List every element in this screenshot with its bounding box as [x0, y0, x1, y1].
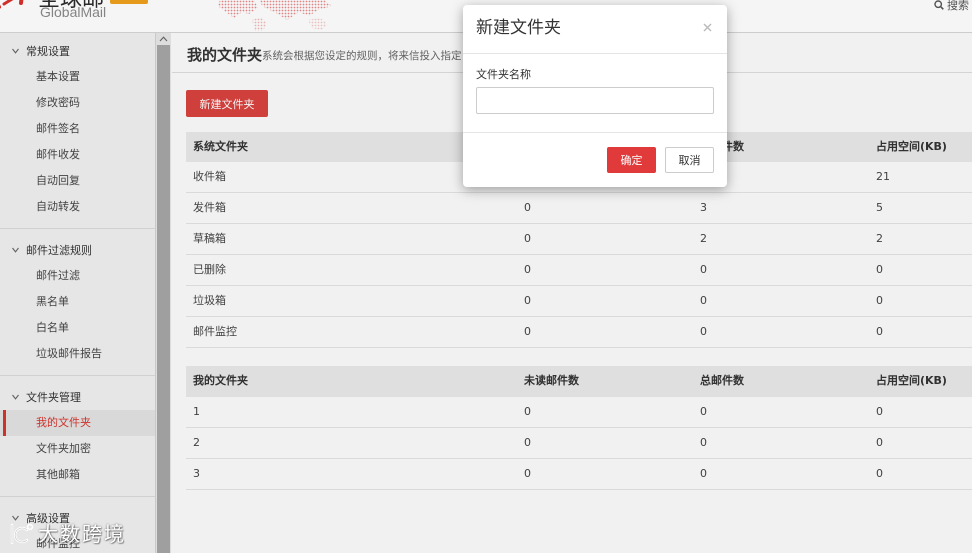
dialog-header-divider: [463, 53, 727, 54]
folder-name-label: 文件夹名称: [476, 68, 531, 81]
watermark: 大数跨境: [8, 521, 126, 547]
confirm-button[interactable]: 确定: [607, 147, 656, 173]
watermark-text: 大数跨境: [38, 522, 126, 546]
cancel-button[interactable]: 取消: [665, 147, 714, 173]
folder-name-input[interactable]: [476, 87, 714, 114]
dialog-title: 新建文件夹: [476, 18, 561, 38]
watermark-logo-icon: [10, 523, 34, 545]
close-icon[interactable]: [703, 23, 712, 32]
new-folder-dialog: 新建文件夹 文件夹名称 确定 取消: [463, 5, 727, 187]
dialog-footer-divider: [463, 132, 727, 133]
